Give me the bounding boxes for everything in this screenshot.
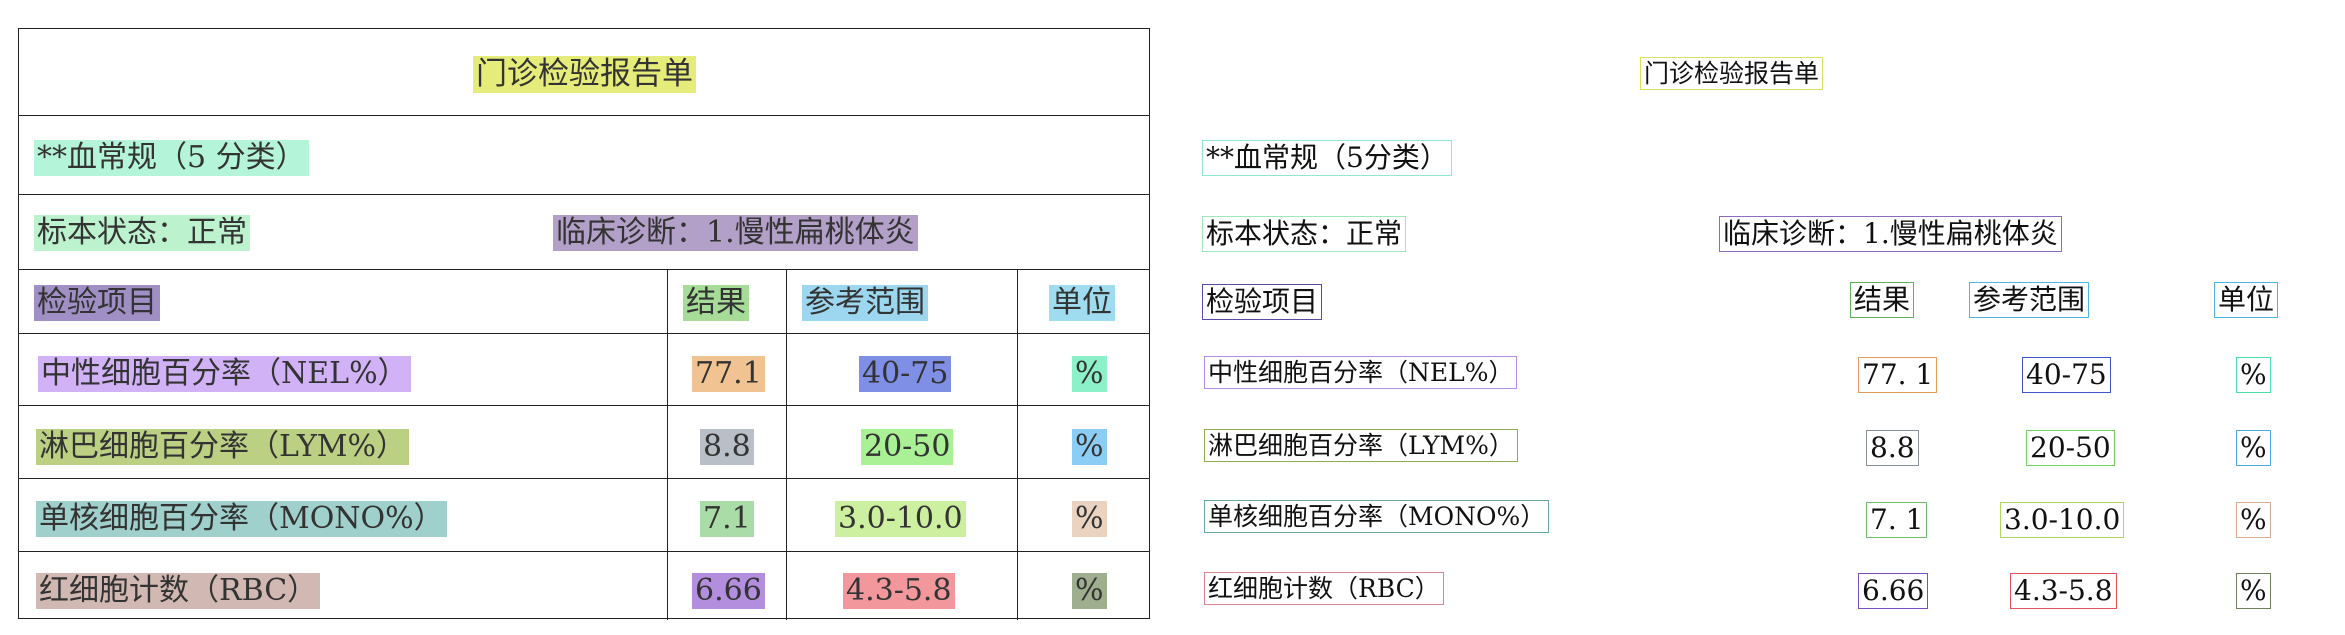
header-result: 结果 [683,285,749,321]
row-range: 4.3-5.8 [843,573,955,609]
table-rule [19,115,1149,116]
section-title-box: **血常规（5分类） [1202,140,1452,176]
clinical-diagnosis-box: 临床诊断：1.慢性扁桃体炎 [1719,216,2062,252]
table-rule [19,194,1149,195]
row-range-box: 40-75 [2022,357,2111,393]
header-item-box: 检验项目 [1202,284,1323,320]
row-item: 单核细胞百分率（MONO%） [36,501,447,537]
row-result: 6.66 [692,573,765,609]
row-unit: % [1072,356,1107,392]
row-range-box: 20-50 [2026,430,2115,466]
row-item-box: 红细胞计数（RBC） [1204,572,1444,605]
row-item-box: 中性细胞百分率（NEL%） [1204,356,1518,389]
table-column-rule [786,269,787,620]
row-result-box: 6.66 [1858,573,1929,609]
row-range: 20-50 [861,429,954,465]
table-rule [19,333,1149,334]
table-rule [19,405,1149,406]
table-rule [19,269,1149,270]
specimen-state-box: 标本状态：正常 [1202,216,1407,252]
clinical-diagnosis: 临床诊断：1.慢性扁桃体炎 [553,215,918,251]
row-item-box: 淋巴细胞百分率（LYM%） [1204,429,1518,462]
table-rule [19,478,1149,479]
row-item: 淋巴细胞百分率（LYM%） [36,429,410,465]
table-column-rule [1017,269,1018,620]
row-unit-box: % [2236,502,2271,538]
row-range-box: 4.3-5.8 [2010,573,2117,609]
header-range: 参考范围 [802,285,928,321]
row-range: 3.0-10.0 [835,501,966,537]
row-unit: % [1072,573,1107,609]
report-title: 门诊检验报告单 [473,56,696,93]
table-column-rule [667,269,668,620]
row-result: 8.8 [700,429,754,465]
row-item: 红细胞计数（RBC） [36,573,321,609]
header-unit: 单位 [1049,285,1115,321]
row-item-box: 单核细胞百分率（MONO%） [1204,500,1550,533]
header-item: 检验项目 [34,285,160,321]
row-result: 77.1 [692,356,765,392]
table-rule [19,551,1149,552]
row-unit-box: % [2236,357,2271,393]
report-title-box: 门诊检验报告单 [1640,57,1824,90]
section-title: **血常规（5 分类） [34,140,309,176]
header-result-box: 结果 [1850,282,1915,318]
row-item: 中性细胞百分率（NEL%） [38,356,411,392]
row-range-box: 3.0-10.0 [2000,502,2125,538]
row-unit-box: % [2236,573,2271,609]
row-unit: % [1072,429,1107,465]
row-result-box: 77. 1 [1858,357,1938,393]
row-result-box: 8.8 [1866,430,1919,466]
specimen-state: 标本状态：正常 [34,215,250,251]
row-unit-box: % [2236,430,2271,466]
row-result-box: 7. 1 [1866,502,1928,538]
row-range: 40-75 [859,356,952,392]
header-range-box: 参考范围 [1969,282,2090,318]
row-result: 7.1 [700,501,754,537]
row-unit: % [1072,501,1107,537]
header-unit-box: 单位 [2214,282,2279,318]
